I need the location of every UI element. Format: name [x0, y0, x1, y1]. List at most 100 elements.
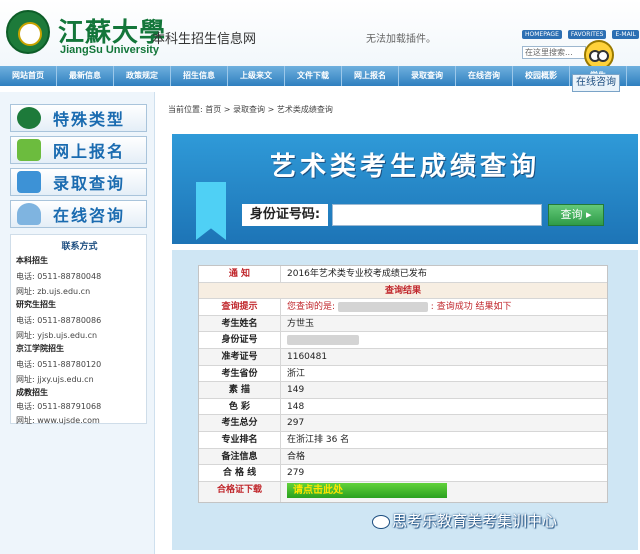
- id-number-input[interactable]: [332, 204, 542, 226]
- sidebar-button-consult[interactable]: 在线咨询: [10, 200, 147, 228]
- result-table: 通 知 2016年艺术类专业校考成绩已发布 查询结果 查询提示 您查询的是: :…: [198, 265, 608, 503]
- query-title: 艺术类考生成绩查询: [269, 152, 540, 182]
- row-value: 149: [287, 385, 305, 396]
- site-header: 江蘇大學 JiangSu University 本科生招生信息网 无法加载插件。…: [0, 0, 640, 70]
- row-value: 在浙江排 36 名: [287, 434, 350, 445]
- checklist-icon: [17, 171, 41, 193]
- table-row: 考生姓名 方世玉: [199, 315, 607, 333]
- nav-policy[interactable]: 政策规定: [114, 66, 171, 86]
- contact-site-link[interactable]: 网址: yjsb.ujs.edu.cn: [16, 330, 97, 341]
- contact-panel: 联系方式 本科招生 电话: 0511-88780048 网址: zb.ujs.e…: [10, 234, 147, 426]
- cert-label: 合格证下载: [199, 481, 281, 502]
- laptop-icon: [17, 139, 41, 161]
- row-value: 浙江: [287, 368, 306, 379]
- contact-phone: 电话: 0511-88791068: [16, 402, 102, 411]
- watermark-text: 思考乐教育美考集训中心: [392, 512, 558, 530]
- contact-group-name: 京江学院招生: [16, 344, 64, 353]
- redacted-id-block: [337, 301, 428, 312]
- cert-download-button[interactable]: 请点击此处: [287, 482, 447, 498]
- nav-latest[interactable]: 最新信息: [57, 66, 114, 86]
- online-consult-badge[interactable]: 在线咨询: [572, 74, 620, 92]
- watermark: 思考乐教育美考集训中心: [372, 510, 557, 531]
- nav-home[interactable]: 网站首页: [0, 66, 57, 86]
- sidebar-button-label: 录取查询: [53, 174, 126, 193]
- contact-group-name: 成教招生: [16, 388, 48, 397]
- nav-campus[interactable]: 校园概影: [513, 66, 570, 86]
- breadcrumb: 当前位置: 首页 > 录取查询 > 艺术类成绩查询: [168, 105, 333, 114]
- homepage-link[interactable]: HOMEPAGE: [522, 30, 562, 39]
- row-value: 方世玉: [287, 318, 315, 329]
- row-label: 考生省份: [199, 365, 281, 382]
- row-label: 考生总分: [199, 415, 281, 431]
- wechat-icon: [372, 514, 390, 529]
- sidebar-button-label: 特殊类型: [53, 110, 126, 129]
- sidebar-button-query[interactable]: 录取查询: [10, 168, 147, 196]
- table-row: 身份证号: [199, 332, 607, 349]
- table-row: 备注信息 合格: [199, 448, 607, 466]
- hint-prefix: 您查询的是:: [287, 302, 336, 313]
- site-title: 本科生招生信息网: [152, 32, 257, 47]
- sidebar-button-special[interactable]: 特殊类型: [10, 104, 147, 132]
- nav-online-consult[interactable]: 在线咨询: [456, 66, 513, 86]
- table-row: 准考证号 1160481: [199, 348, 607, 366]
- person-icon: [17, 203, 41, 225]
- row-label: 考生姓名: [199, 315, 281, 332]
- notice-label: 通 知: [199, 266, 281, 282]
- table-row: 考生省份 浙江: [199, 365, 607, 383]
- row-label: 备注信息: [199, 448, 281, 465]
- university-english-name: JiangSu University: [60, 44, 160, 56]
- row-value: [287, 332, 359, 348]
- hint-value: 您查询的是: : 查询成功 结果如下: [287, 299, 512, 315]
- bookmark-icon: [196, 182, 226, 240]
- contact-phone: 电话: 0511-88780048: [16, 272, 102, 281]
- contact-group-name: 研究生招生: [16, 300, 56, 309]
- table-row: 合 格 线 279: [199, 465, 607, 482]
- row-label: 合 格 线: [199, 465, 281, 481]
- contact-phone: 电话: 0511-88780120: [16, 360, 102, 369]
- sidebar-button-label: 在线咨询: [53, 206, 126, 225]
- contact-group-name: 本科招生: [16, 256, 48, 265]
- nav-documents[interactable]: 上级来文: [228, 66, 285, 86]
- id-number-label: 身份证号码:: [242, 204, 328, 226]
- badge-icon: [17, 107, 41, 129]
- row-value: 合格: [287, 451, 306, 462]
- contact-site-link[interactable]: 网址: www.ujsde.com: [16, 415, 100, 426]
- favorites-link[interactable]: FAVORITES: [567, 30, 607, 39]
- notice-row: 通 知 2016年艺术类专业校考成绩已发布: [199, 266, 607, 283]
- table-row: 考生总分 297: [199, 415, 607, 432]
- search-input[interactable]: 在这里搜索...: [522, 46, 586, 59]
- row-value: 1160481: [287, 351, 328, 362]
- hint-suffix: : 查询成功 结果如下: [430, 302, 512, 313]
- top-links: HOMEPAGE FAVORITES E-MAIL: [522, 30, 639, 39]
- contact-title: 联系方式: [61, 242, 98, 252]
- row-label: 色 彩: [199, 398, 281, 415]
- plugin-notice: 无法加载插件。: [366, 34, 436, 45]
- query-button[interactable]: 查询 ▸: [548, 204, 604, 226]
- nav-downloads[interactable]: 文件下载: [285, 66, 342, 86]
- contact-site-link[interactable]: 网址: zb.ujs.edu.cn: [16, 286, 90, 297]
- cert-row: 合格证下载 请点击此处: [199, 481, 607, 502]
- contact-site-link[interactable]: 网址: jjxy.ujs.edu.cn: [16, 374, 94, 385]
- row-value: 297: [287, 418, 305, 429]
- contact-phone: 电话: 0511-88780086: [16, 316, 102, 325]
- row-label: 身份证号: [199, 332, 281, 348]
- row-label: 素 描: [199, 382, 281, 398]
- query-banner: 艺术类考生成绩查询 身份证号码: 查询 ▸: [172, 134, 638, 244]
- redacted-id-block: [287, 334, 359, 345]
- row-value: 279: [287, 468, 305, 479]
- sidebar-button-apply[interactable]: 网上报名: [10, 136, 147, 164]
- table-row: 色 彩 148: [199, 398, 607, 416]
- university-seal-logo[interactable]: [6, 10, 50, 54]
- email-link[interactable]: E-MAIL: [612, 30, 639, 39]
- nav-admission-info[interactable]: 招生信息: [171, 66, 228, 86]
- row-label: 专业排名: [199, 431, 281, 448]
- result-section-title: 查询结果: [199, 282, 607, 300]
- hint-label: 查询提示: [199, 299, 281, 315]
- notice-value: 2016年艺术类专业校考成绩已发布: [287, 269, 427, 279]
- nav-online-apply[interactable]: 网上报名: [342, 66, 399, 86]
- hint-row: 查询提示 您查询的是: : 查询成功 结果如下: [199, 299, 607, 316]
- sidebar-button-label: 网上报名: [53, 142, 126, 161]
- table-row: 素 描 149: [199, 382, 607, 399]
- main-nav: 网站首页 最新信息 政策规定 招生信息 上级来文 文件下载 网上报名 录取查询 …: [0, 66, 640, 86]
- nav-admission-query[interactable]: 录取查询: [399, 66, 456, 86]
